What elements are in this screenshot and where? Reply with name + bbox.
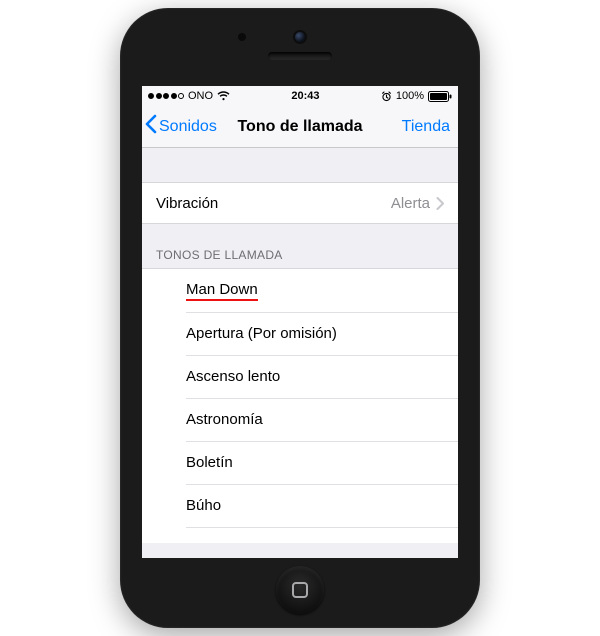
vibration-row[interactable]: Vibración Alerta xyxy=(142,182,458,224)
ringtone-row-cutoff[interactable] xyxy=(142,527,458,543)
chevron-right-icon xyxy=(436,197,444,210)
battery-icon xyxy=(428,91,452,102)
content-scroll[interactable]: Vibración Alerta TONOS DE LLAMADA Man Do… xyxy=(142,148,458,558)
ringtone-label: Boletín xyxy=(186,454,233,471)
home-button-icon xyxy=(292,582,308,598)
alarm-clock-icon xyxy=(381,91,392,102)
battery-percent-label: 100% xyxy=(396,90,424,102)
phone-bezel-top xyxy=(120,8,480,86)
status-bar: ONO 20:43 100% xyxy=(142,86,458,106)
ringtone-label: Ascenso lento xyxy=(186,368,280,385)
back-button[interactable]: Sonidos xyxy=(144,114,217,139)
screen: ONO 20:43 100% Son xyxy=(142,86,458,558)
front-camera xyxy=(295,32,305,42)
ringtone-label: Apertura (Por omisión) xyxy=(186,325,337,342)
signal-strength-icon xyxy=(148,93,184,99)
home-button[interactable] xyxy=(276,566,324,614)
store-button[interactable]: Tienda xyxy=(402,118,450,136)
status-time: 20:43 xyxy=(291,90,319,102)
wifi-icon xyxy=(217,91,230,101)
vibration-value: Alerta xyxy=(391,195,444,212)
back-label: Sonidos xyxy=(159,118,217,136)
ringtone-label: Man Down xyxy=(186,281,258,301)
ringtone-row-astronomia[interactable]: Astronomía xyxy=(142,398,458,441)
ringtone-row-ascenso-lento[interactable]: Ascenso lento xyxy=(142,355,458,398)
ringtone-row-buho[interactable]: Búho xyxy=(142,484,458,527)
proximity-sensor xyxy=(238,33,246,41)
phone-frame: ONO 20:43 100% Son xyxy=(120,8,480,628)
chevron-left-icon xyxy=(144,114,158,139)
status-right: 100% xyxy=(381,90,452,102)
section-spacer xyxy=(142,148,458,182)
ringtone-row-boletin[interactable]: Boletín xyxy=(142,441,458,484)
earpiece-speaker xyxy=(268,52,332,60)
ringtone-row-man-down[interactable]: Man Down xyxy=(142,269,458,312)
carrier-label: ONO xyxy=(188,90,213,102)
status-left: ONO xyxy=(148,90,230,102)
ringtone-label: Astronomía xyxy=(186,411,263,428)
nav-bar: Sonidos Tono de llamada Tienda xyxy=(142,106,458,148)
ringtones-section-header: TONOS DE LLAMADA xyxy=(142,224,458,269)
ringtone-label: Búho xyxy=(186,497,221,514)
page-title: Tono de llamada xyxy=(237,118,362,136)
vibration-label: Vibración xyxy=(156,195,218,212)
ringtone-row-apertura[interactable]: Apertura (Por omisión) xyxy=(142,312,458,355)
